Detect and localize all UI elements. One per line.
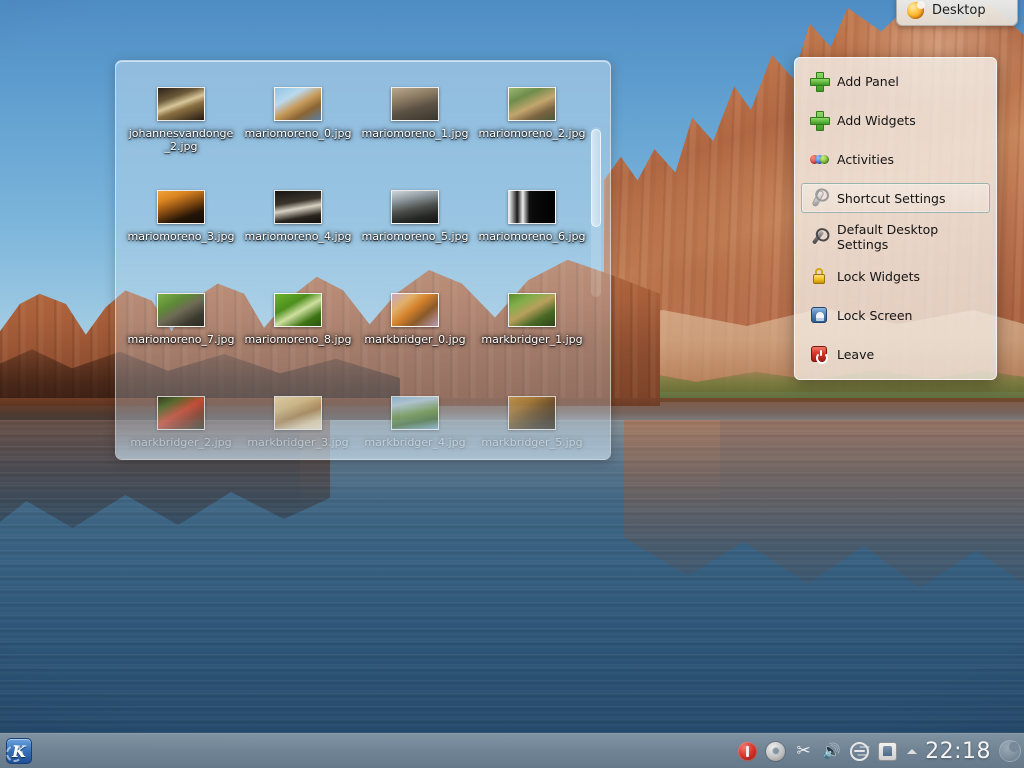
file-name-label: markbridger_5.jpg — [481, 436, 583, 449]
file-thumbnail-icon — [508, 396, 556, 430]
folder-view-item[interactable]: mariomoreno_7.jpg — [124, 289, 238, 392]
context-menu-item-lock-screen[interactable]: Lock Screen — [801, 300, 990, 330]
file-name-label: markbridger_3.jpg — [247, 436, 349, 449]
folder-view-item[interactable]: mariomoreno_0.jpg — [241, 83, 355, 186]
media-player-icon[interactable] — [738, 741, 758, 761]
file-thumbnail-icon — [508, 293, 556, 327]
usb-device-icon[interactable] — [850, 741, 870, 761]
file-name-label: mariomoreno_2.jpg — [478, 127, 586, 140]
desktop-toolbox-label: Desktop — [932, 3, 986, 18]
power-icon — [810, 345, 828, 364]
folder-view-item[interactable]: markbridger_3.jpg — [241, 392, 355, 459]
context-menu-item-lock-widgets[interactable]: Lock Widgets — [801, 261, 990, 291]
context-menu-item-leave[interactable]: Leave — [801, 339, 990, 369]
file-thumbnail-icon — [274, 396, 322, 430]
file-thumbnail-icon — [391, 87, 439, 121]
lock-screen-icon — [810, 306, 828, 324]
folder-view-grid: johannesvandonge_2.jpg mariomoreno_0.jpg m… — [124, 83, 594, 459]
file-name-label: mariomoreno_4.jpg — [244, 230, 352, 243]
device-notifier-icon[interactable] — [878, 741, 898, 761]
wallpaper-lake — [0, 420, 1024, 768]
wrench-dark-icon — [810, 228, 828, 246]
folder-view-scrollbar-thumb[interactable] — [591, 129, 601, 227]
task-manager-area[interactable] — [36, 734, 738, 768]
context-menu-item-label: Lock Widgets — [837, 268, 921, 284]
file-thumbnail-icon — [157, 190, 205, 224]
file-thumbnail-icon — [157, 293, 205, 327]
desktop-toolbox-button[interactable]: Desktop — [896, 0, 1018, 26]
file-thumbnail-icon — [274, 87, 322, 121]
folder-view-item[interactable]: mariomoreno_2.jpg — [475, 83, 589, 186]
file-name-label: mariomoreno_6.jpg — [478, 230, 586, 243]
wallpaper-reflection-right — [624, 420, 1024, 588]
file-thumbnail-icon — [508, 87, 556, 121]
system-tray[interactable]: ✂ 🔊 — [738, 734, 921, 768]
desktop-root[interactable]: johannesvandonge_2.jpg mariomoreno_0.jpg m… — [0, 0, 1024, 768]
folder-view-item[interactable]: mariomoreno_5.jpg — [358, 186, 472, 289]
context-menu-item-add-panel[interactable]: Add Panel — [801, 66, 990, 96]
context-menu-item-label: Activities — [837, 151, 895, 167]
context-menu-item-label: Add Widgets — [837, 112, 916, 128]
kde-k-logo-icon: K — [6, 738, 32, 764]
folder-view-item[interactable]: johannesvandonge_2.jpg — [124, 83, 238, 186]
desktop-context-menu[interactable]: Add Panel Add Widgets Activities Shortcut S… — [794, 57, 997, 380]
folder-view-applet[interactable]: johannesvandonge_2.jpg mariomoreno_0.jpg m… — [115, 60, 611, 460]
klipper-scissors-icon[interactable]: ✂ — [794, 741, 813, 761]
kickoff-application-launcher[interactable]: K — [2, 736, 36, 767]
folder-view-item[interactable]: markbridger_2.jpg — [124, 392, 238, 459]
padlock-icon — [810, 267, 828, 285]
file-thumbnail-icon — [508, 190, 556, 224]
folder-view-item[interactable]: mariomoreno_8.jpg — [241, 289, 355, 392]
folder-view-item[interactable]: mariomoreno_1.jpg — [358, 83, 472, 186]
plus-icon — [810, 72, 828, 90]
gear-icon[interactable] — [766, 741, 786, 761]
file-name-label: mariomoreno_3.jpg — [127, 230, 235, 243]
file-name-label: markbridger_1.jpg — [481, 333, 583, 346]
file-thumbnail-icon — [391, 190, 439, 224]
file-name-label: markbridger_4.jpg — [364, 436, 466, 449]
activities-balls-icon — [810, 150, 829, 168]
folder-view-item[interactable]: markbridger_0.jpg — [358, 289, 472, 392]
file-thumbnail-icon — [157, 396, 205, 430]
file-name-label: markbridger_2.jpg — [130, 436, 232, 449]
folder-view-item[interactable]: mariomoreno_6.jpg — [475, 186, 589, 289]
file-thumbnail-icon — [391, 396, 439, 430]
file-thumbnail-icon — [157, 87, 205, 121]
digital-clock[interactable]: 22:18 — [921, 739, 999, 764]
plus-icon — [810, 111, 828, 129]
file-thumbnail-icon — [391, 293, 439, 327]
panel-cashew-icon[interactable] — [999, 740, 1021, 762]
context-menu-item-activities[interactable]: Activities — [801, 144, 990, 174]
folder-view-item[interactable]: markbridger_1.jpg — [475, 289, 589, 392]
volume-speaker-icon[interactable]: 🔊 — [822, 742, 841, 761]
file-name-label: markbridger_0.jpg — [364, 333, 466, 346]
file-name-label: mariomoreno_0.jpg — [244, 127, 352, 140]
context-menu-item-shortcut-settings[interactable]: Shortcut Settings — [801, 183, 990, 213]
wallpaper-ripples-wide — [0, 430, 1024, 730]
wrench-light-icon — [810, 189, 828, 207]
folder-view-item[interactable]: markbridger_5.jpg — [475, 392, 589, 459]
plasma-cashew-icon — [907, 1, 925, 19]
folder-view-item[interactable]: markbridger_4.jpg — [358, 392, 472, 459]
context-menu-item-label: Default Desktop Settings — [837, 222, 939, 252]
context-menu-item-label: Add Panel — [837, 73, 899, 89]
context-menu-item-label: Shortcut Settings — [837, 190, 946, 206]
taskbar-panel[interactable]: K ✂ 🔊 22:18 — [0, 733, 1024, 768]
file-name-label: mariomoreno_5.jpg — [361, 230, 469, 243]
folder-view-item[interactable]: mariomoreno_4.jpg — [241, 186, 355, 289]
context-menu-item-default-desktop-settings[interactable]: Default Desktop Settings — [801, 222, 990, 252]
context-menu-item-label: Lock Screen — [837, 307, 913, 323]
file-name-label: mariomoreno_8.jpg — [244, 333, 352, 346]
wallpaper-ripples — [0, 420, 1024, 768]
folder-view-item[interactable]: mariomoreno_3.jpg — [124, 186, 238, 289]
file-name-label: mariomoreno_1.jpg — [361, 127, 469, 140]
file-name-label: mariomoreno_7.jpg — [127, 333, 235, 346]
file-name-label: johannesvandonge_2.jpg — [128, 127, 234, 153]
file-thumbnail-icon — [274, 293, 322, 327]
context-menu-item-add-widgets[interactable]: Add Widgets — [801, 105, 990, 135]
context-menu-item-label: Leave — [837, 346, 875, 362]
show-hidden-arrow-icon[interactable] — [906, 742, 918, 761]
file-thumbnail-icon — [274, 190, 322, 224]
